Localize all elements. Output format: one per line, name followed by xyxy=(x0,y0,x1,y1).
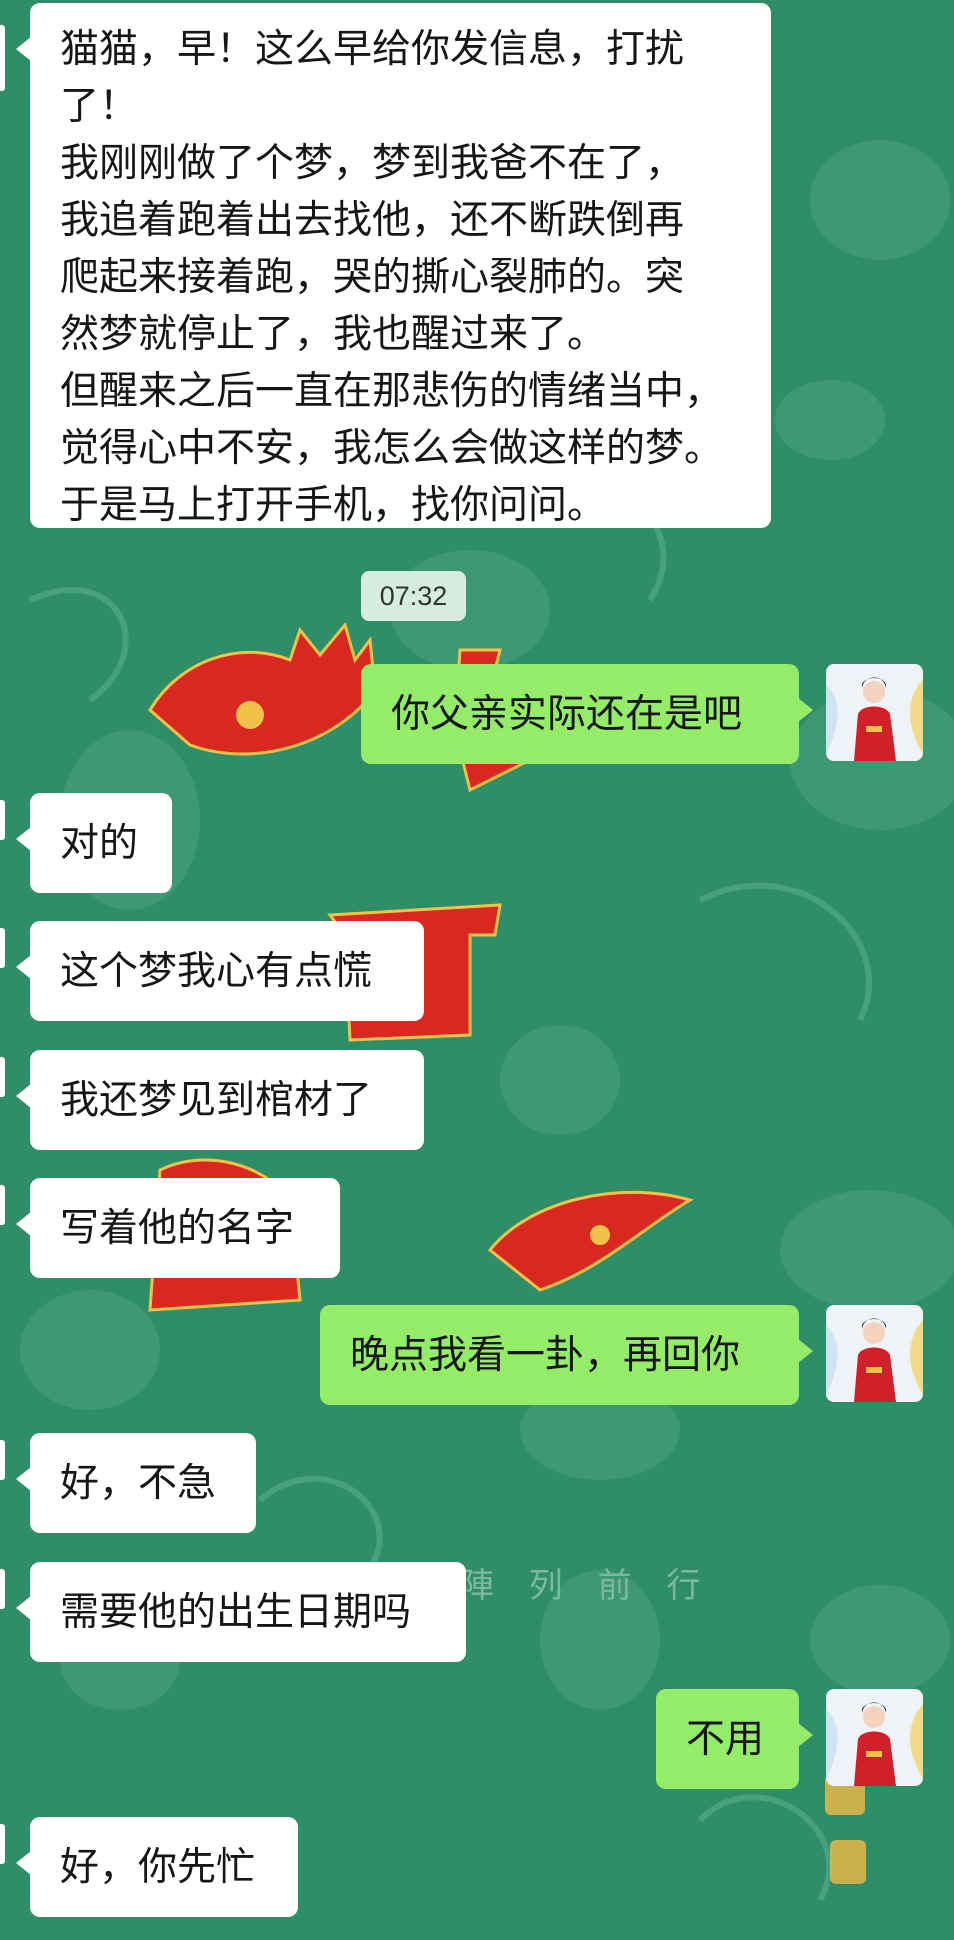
message-line: 于是马上打开手机，找你问问。 xyxy=(60,483,607,528)
incoming-edge-marker xyxy=(0,1440,5,1480)
avatar-portrait-icon xyxy=(826,1689,923,1786)
wallpaper-watermark-text: 陣 列 前 行 xyxy=(460,1566,713,1606)
incoming-edge-marker xyxy=(0,1824,5,1864)
incoming-edge-marker xyxy=(0,1569,5,1609)
message-line: 我追着跑着出去找他，还不断跌倒再 xyxy=(60,198,685,243)
message-line: 觉得心中不安，我怎么会做这样的梦。 xyxy=(60,426,724,471)
incoming-message-bubble[interactable]: 好，不急 xyxy=(16,1433,256,1533)
message-line: 然梦就停止了，我也醒过来了。 xyxy=(60,312,607,357)
incoming-edge-marker xyxy=(0,928,5,968)
incoming-edge-marker xyxy=(0,1057,5,1097)
outgoing-message-bubble[interactable]: 不用 xyxy=(656,1689,813,1789)
message-line: 猫猫，早！这么早给你发信息，打扰 xyxy=(60,27,685,72)
user-avatar[interactable] xyxy=(826,664,923,761)
incoming-message-bubble[interactable]: 这个梦我心有点慌 xyxy=(16,921,424,1021)
message-line: 爬起来接着跑，哭的撕心裂肺的。突 xyxy=(60,255,685,300)
incoming-edge-marker xyxy=(0,800,5,840)
avatar-portrait-icon xyxy=(826,1305,923,1402)
message-timestamp: 07:32 xyxy=(361,571,466,621)
incoming-message-bubble[interactable]: 对的 xyxy=(16,793,172,893)
incoming-message-bubble[interactable]: 写着他的名字 xyxy=(16,1178,340,1278)
user-avatar[interactable] xyxy=(826,1305,923,1402)
message-line: 但醒来之后一直在那悲伤的情绪当中， xyxy=(60,369,724,414)
message-line: 了！ xyxy=(60,84,139,129)
avatar-portrait-icon xyxy=(826,664,923,761)
outgoing-message-bubble[interactable]: 你父亲实际还在是吧 xyxy=(361,664,813,764)
message-line: 我刚刚做了个梦，梦到我爸不在了， xyxy=(60,141,685,186)
incoming-message-bubble[interactable]: 好，你先忙 xyxy=(16,1817,298,1917)
incoming-message-bubble[interactable]: 我还梦见到棺材了 xyxy=(16,1050,424,1150)
incoming-message-bubble[interactable]: 需要他的出生日期吗 xyxy=(16,1562,466,1662)
outgoing-message-bubble[interactable]: 晚点我看一卦，再回你 xyxy=(320,1305,813,1405)
user-avatar[interactable] xyxy=(826,1689,923,1786)
incoming-edge-marker xyxy=(0,25,5,91)
incoming-edge-marker xyxy=(0,1185,5,1225)
incoming-message-bubble[interactable]: 猫猫，早！这么早给你发信息，打扰 了！ 我刚刚做了个梦，梦到我爸不在了， 我追着… xyxy=(16,3,771,528)
